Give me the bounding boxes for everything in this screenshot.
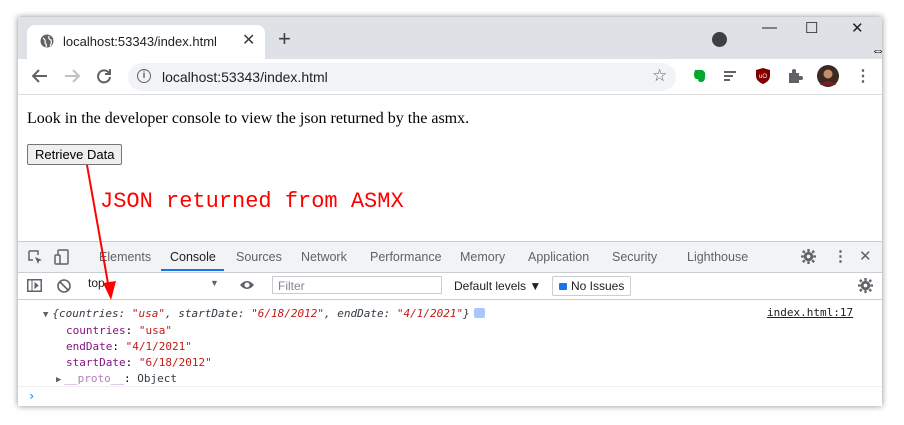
- annotation-arrow: [86, 164, 116, 300]
